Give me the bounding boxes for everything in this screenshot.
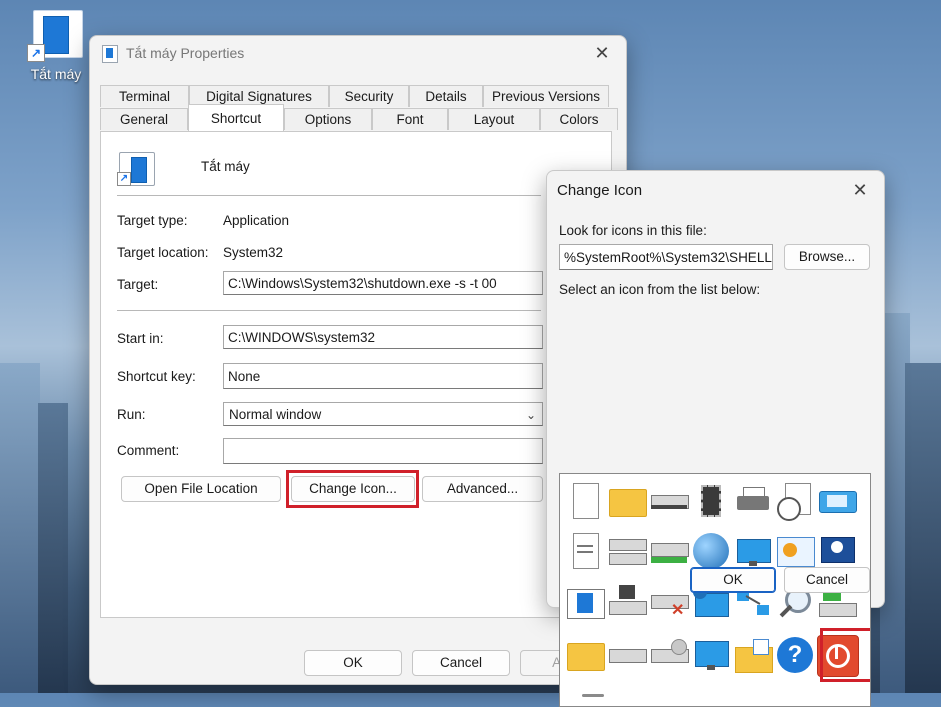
drive-green-icon[interactable] [648,529,690,573]
target-field[interactable]: C:\Windows\System32\shutdown.exe -s -t 0… [223,271,543,295]
shortcut-name: Tắt máy [201,159,250,174]
run-label: Run: [117,407,146,422]
target-type-value: Application [223,213,290,228]
run-select-value: Normal window [229,407,322,422]
select-icon-label: Select an icon from the list below: [559,282,761,297]
change-icon-titlebar: Change Icon ✕ [547,171,884,209]
icon-file-field[interactable]: %SystemRoot%\System32\SHELL32.dll [559,244,773,270]
tab-colors[interactable]: Colors [540,108,618,130]
divider [117,310,541,311]
start-in-field[interactable]: C:\WINDOWS\system32 [223,325,543,349]
tab-general[interactable]: General [100,108,188,130]
desktop-shortcut-icon[interactable]: ↗ Tắt máy [18,10,94,82]
chevron-down-icon: ⌄ [525,408,536,422]
horizontal-scrollbar[interactable] [582,694,604,697]
app-icon [100,44,118,63]
document-icon[interactable] [564,479,606,523]
tab-options[interactable]: Options [284,108,372,130]
close-icon[interactable]: ✕ [846,176,874,204]
folder-icon[interactable] [564,633,606,677]
start-in-label: Start in: [117,331,164,346]
comment-field[interactable] [223,438,543,464]
printer-icon[interactable] [732,479,774,523]
folder-grid-icon[interactable] [732,633,774,677]
drive-error-icon[interactable]: ✕ [648,581,690,625]
open-file-location-button[interactable]: Open File Location [121,476,281,502]
target-type-label: Target type: [117,213,188,228]
tab-row-1: Terminal Digital Signatures Security Det… [100,85,609,107]
desktop-icon-label: Tắt máy [30,66,82,82]
help-icon[interactable]: ? [774,633,816,677]
shortcut-icon: ↗ [27,10,85,62]
shortcut-large-icon: ↗ [117,152,155,186]
target-location-label: Target location: [117,245,209,260]
chip-icon[interactable] [690,479,732,523]
cancel-button[interactable]: Cancel [412,650,510,676]
run-select[interactable]: Normal window ⌄ [223,402,543,426]
tab-details[interactable]: Details [409,85,483,107]
text-document-icon[interactable] [564,529,606,573]
tab-previous-versions[interactable]: Previous Versions [483,85,609,107]
change-icon-title: Change Icon [557,181,643,199]
tab-security[interactable]: Security [329,85,409,107]
cancel-button[interactable]: Cancel [784,567,870,593]
comment-label: Comment: [117,443,180,458]
shortcut-key-field[interactable]: None [223,363,543,389]
properties-title: Tắt máy Properties [126,45,245,61]
window-icon[interactable] [816,479,858,523]
target-label: Target: [117,277,159,292]
browse-button[interactable]: Browse... [784,244,870,270]
monitor-icon[interactable] [690,633,732,677]
properties-titlebar: Tắt máy Properties ✕ [90,36,626,70]
tab-shortcut[interactable]: Shortcut [188,104,284,131]
drive-icon[interactable] [606,633,648,677]
drive-stack-icon[interactable] [606,529,648,573]
shortcut-key-label: Shortcut key: [117,369,196,384]
close-icon[interactable]: ✕ [588,39,616,67]
advanced-button[interactable]: Advanced... [422,476,543,502]
folder-icon[interactable] [606,479,648,523]
target-location-value: System32 [223,245,284,260]
clock-document-icon[interactable] [774,479,816,523]
change-icon-highlight [286,470,419,508]
tab-layout[interactable]: Layout [448,108,540,130]
divider [117,195,541,196]
look-for-label: Look for icons in this file: [559,223,707,238]
tab-font[interactable]: Font [372,108,448,130]
shortcut-panel: ↗ Tắt máy Target type: Application Targe… [100,131,612,618]
ok-button[interactable]: OK [304,650,402,676]
drive-icon[interactable] [648,479,690,523]
change-icon-dialog: Change Icon ✕ Look for icons in this fil… [546,170,885,707]
ok-button[interactable]: OK [690,567,776,593]
cd-drive-icon[interactable] [648,633,690,677]
tab-terminal[interactable]: Terminal [100,85,189,107]
power-icon-highlight [820,628,870,682]
app-window-icon[interactable] [564,581,606,625]
floppy-drive-icon[interactable] [606,581,648,625]
tab-row-2: General Shortcut Options Font Layout Col… [100,104,618,131]
